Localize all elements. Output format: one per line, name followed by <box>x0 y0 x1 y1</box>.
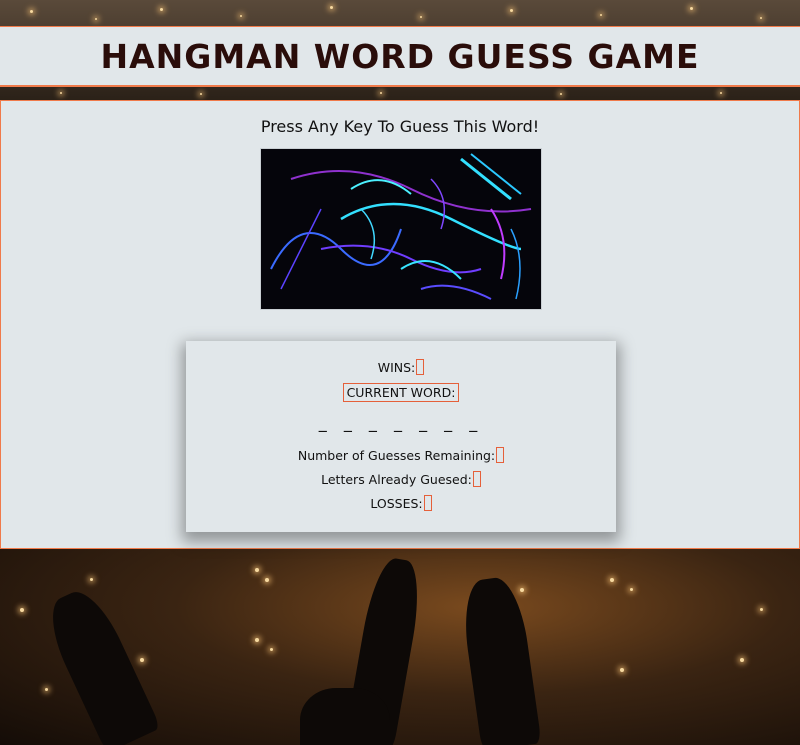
word-blanks-row: _ _ _ _ _ _ _ <box>186 413 616 432</box>
current-word-row: CURRENT WORD: <box>186 383 616 402</box>
guesses-remaining-value <box>496 447 505 463</box>
losses-value <box>423 495 432 511</box>
page-title: HANGMAN WORD GUESS GAME <box>100 36 700 76</box>
background-crowd <box>0 548 800 745</box>
neon-streaks-graphic <box>261 149 541 309</box>
scoreboard-card: WINS: CURRENT WORD: _ _ _ _ _ _ _ Number… <box>186 341 616 532</box>
wins-value <box>416 359 425 375</box>
guesses-remaining-label: Number of Guesses Remaining: <box>297 447 496 463</box>
losses-label: LOSSES: <box>370 495 423 511</box>
game-panel: Press Any Key To Guess This Word! WINS: <box>0 100 800 549</box>
instruction-text: Press Any Key To Guess This Word! <box>260 117 540 136</box>
letters-guessed-row: Letters Already Guesed: <box>186 471 616 487</box>
neon-light-streaks-image <box>260 148 542 310</box>
letters-guessed-value <box>472 471 481 487</box>
wins-row: WINS: <box>186 359 616 375</box>
letters-guessed-label: Letters Already Guesed: <box>321 471 472 487</box>
current-word-label: CURRENT WORD: <box>342 383 460 402</box>
word-blanks: _ _ _ _ _ _ _ <box>318 413 484 432</box>
losses-row: LOSSES: <box>186 495 616 511</box>
guesses-remaining-row: Number of Guesses Remaining: <box>186 447 616 463</box>
wins-label: WINS: <box>377 359 416 375</box>
page-header: HANGMAN WORD GUESS GAME <box>0 26 800 87</box>
